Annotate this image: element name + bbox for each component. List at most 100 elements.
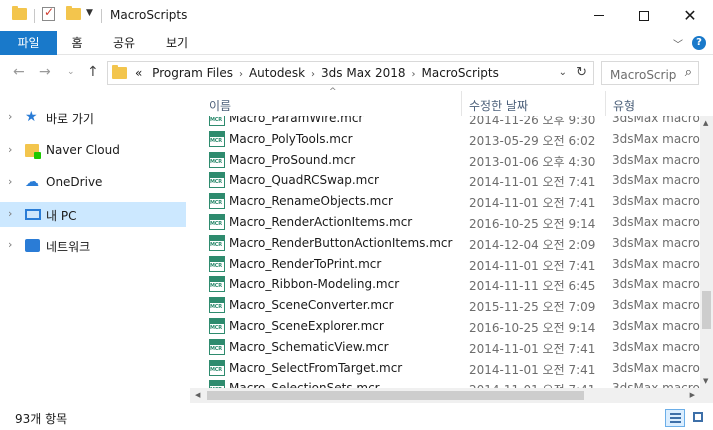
mcr-file-icon	[209, 255, 225, 272]
table-row[interactable]: Macro_RenderActionItems.mcr 2016-10-25 오전…	[190, 212, 700, 233]
file-date: 2014-11-01 오전 7:41	[469, 362, 596, 377]
chevron-right-icon[interactable]: ›	[239, 69, 243, 80]
mcr-file-icon	[209, 234, 225, 251]
network-icon	[25, 238, 40, 253]
table-row[interactable]: Macro_SchematicView.mcr 2014-11-01 오전 7:4…	[190, 337, 700, 358]
maximize-button[interactable]	[621, 0, 667, 31]
mcr-file-icon	[209, 213, 225, 230]
nav-item-naver-cloud[interactable]: › Naver Cloud	[0, 138, 186, 163]
file-type: 3dsMax macroscript	[612, 214, 700, 229]
chevron-right-icon[interactable]: ›	[8, 207, 12, 220]
mcr-file-icon	[209, 130, 225, 147]
table-row[interactable]: Macro_Ribbon-Modeling.mcr 2014-11-11 오전 6…	[190, 274, 700, 295]
file-type: 3dsMax macroscript	[612, 339, 700, 354]
table-row[interactable]: Macro_RenameObjects.mcr 2014-11-01 오전 7:4…	[190, 191, 700, 212]
chevron-right-icon[interactable]: ›	[311, 69, 315, 80]
table-row[interactable]: Macro_RenderToPrint.mcr 2014-11-01 오전 7:4…	[190, 254, 700, 275]
chevron-right-icon[interactable]: ›	[412, 69, 416, 80]
column-header-date[interactable]: 수정한 날짜	[469, 97, 528, 114]
address-row: ← → ⌄ ↑ « Program Files › Autodesk › 3ds Max…	[0, 55, 713, 91]
nav-item-network[interactable]: › 네트워크	[0, 233, 186, 258]
scroll-up-icon[interactable]: ▲	[703, 119, 708, 127]
customize-quick-access-icon[interactable]: ▼	[86, 8, 93, 18]
ribbon: 파일 홈 공유 보기 ﹀ ?	[0, 31, 713, 55]
file-name: Macro_PolyTools.mcr	[229, 131, 353, 146]
scroll-down-icon[interactable]: ▼	[703, 377, 708, 385]
forward-button[interactable]: →	[39, 64, 51, 80]
scroll-left-icon[interactable]: ◀	[195, 391, 200, 399]
nav-item-onedrive[interactable]: › ☁ OneDrive	[0, 170, 186, 195]
breadcrumb-item[interactable]: Program Files	[152, 66, 233, 80]
search-box[interactable]: MacroScripts 검색 ⌕	[601, 61, 699, 85]
breadcrumb-item[interactable]: 3ds Max 2018	[321, 66, 405, 80]
search-input[interactable]: MacroScripts 검색	[610, 66, 676, 83]
nav-item-quick-access[interactable]: › ★ 바로 가기	[0, 105, 186, 130]
mcr-file-icon	[209, 338, 225, 355]
table-row[interactable]: Macro_SceneExplorer.mcr 2016-10-25 오전 9:1…	[190, 316, 700, 337]
file-rows-inner: Macro_ParamWire.mcr 2014-11-26 오후 9:30 3ds…	[190, 116, 700, 388]
nav-item-label: Naver Cloud	[46, 143, 120, 157]
column-headers: ^ 이름 수정한 날짜 유형	[190, 87, 713, 116]
file-date: 2014-11-01 오전 7:41	[469, 258, 596, 273]
nav-item-label: 내 PC	[46, 209, 77, 223]
file-date: 2013-05-29 오전 6:02	[469, 133, 596, 148]
table-row[interactable]: Macro_PolyTools.mcr 2013-05-29 오전 6:02 3ds…	[190, 129, 700, 150]
mcr-file-icon	[209, 359, 225, 376]
large-icons-view-button[interactable]	[688, 409, 708, 427]
search-icon: ⌕	[684, 65, 692, 80]
tab-home[interactable]: 홈	[62, 31, 92, 55]
details-view-button[interactable]	[665, 409, 685, 427]
recent-locations-icon[interactable]: ⌄	[67, 67, 75, 77]
scrollbar-corner	[700, 388, 713, 403]
column-divider[interactable]	[605, 91, 606, 116]
chevron-right-icon[interactable]: ›	[8, 110, 12, 123]
help-icon[interactable]: ?	[692, 36, 706, 50]
close-button[interactable]: ✕	[667, 0, 713, 31]
file-type: 3dsMax macroscript	[612, 116, 700, 125]
tab-share[interactable]: 공유	[104, 31, 144, 55]
vertical-scrollbar[interactable]: ▲ ▼	[700, 116, 713, 388]
column-divider[interactable]	[461, 91, 462, 116]
file-type: 3dsMax macroscript	[612, 277, 700, 292]
table-row[interactable]: Macro_SelectFromTarget.mcr 2014-11-01 오전 …	[190, 358, 700, 379]
tab-view[interactable]: 보기	[157, 31, 197, 55]
address-dropdown-icon[interactable]: ⌄	[559, 67, 567, 78]
maximize-icon	[639, 10, 649, 21]
table-row[interactable]: Macro_SelectionSets.mcr 2014-11-01 오전 7:4…	[190, 378, 700, 388]
scroll-right-icon[interactable]: ▶	[690, 391, 695, 399]
file-list: ^ 이름 수정한 날짜 유형 Macro_ParamWire.mcr 2014-1…	[190, 87, 713, 406]
breadcrumb-item[interactable]: MacroScripts	[422, 66, 499, 80]
table-row[interactable]: Macro_ProSound.mcr 2013-01-06 오후 4:30 3dsM…	[190, 150, 700, 171]
folder-icon[interactable]	[12, 6, 27, 20]
table-row[interactable]: Macro_ParamWire.mcr 2014-11-26 오후 9:30 3ds…	[190, 116, 700, 129]
table-row[interactable]: Macro_QuadRCSwap.mcr 2014-11-01 오전 7:41 3d…	[190, 170, 700, 191]
up-button[interactable]: ↑	[87, 64, 99, 80]
breadcrumb-overflow[interactable]: «	[135, 66, 142, 80]
file-name: Macro_RenameObjects.mcr	[229, 194, 393, 209]
expand-ribbon-icon[interactable]: ﹀	[673, 36, 683, 51]
scrollbar-thumb[interactable]	[207, 391, 584, 400]
column-header-name[interactable]: 이름	[209, 97, 231, 114]
chevron-right-icon[interactable]: ›	[8, 143, 12, 156]
nav-item-this-pc[interactable]: › 내 PC	[0, 202, 186, 227]
column-header-type[interactable]: 유형	[613, 97, 635, 114]
table-row[interactable]: Macro_RenderButtonActionItems.mcr 2014-12…	[190, 233, 700, 254]
chevron-right-icon[interactable]: ›	[8, 175, 12, 188]
chevron-right-icon[interactable]: ›	[8, 238, 12, 251]
breadcrumb-item[interactable]: Autodesk	[249, 66, 305, 80]
refresh-icon[interactable]: ↻	[576, 65, 587, 80]
table-row[interactable]: Macro_SceneConverter.mcr 2015-11-25 오전 7:…	[190, 295, 700, 316]
back-button[interactable]: ←	[13, 64, 25, 80]
properties-icon[interactable]	[42, 5, 55, 22]
address-bar[interactable]: « Program Files › Autodesk › 3ds Max 2018 › Ma…	[107, 61, 594, 85]
window-title: MacroScripts	[110, 8, 188, 22]
pc-icon	[25, 207, 41, 222]
file-name: Macro_SceneConverter.mcr	[229, 298, 394, 313]
file-name: Macro_SelectFromTarget.mcr	[229, 360, 403, 375]
new-folder-icon[interactable]	[66, 6, 81, 20]
scrollbar-thumb[interactable]	[702, 291, 711, 329]
horizontal-scrollbar[interactable]: ◀ ▶	[190, 388, 700, 403]
minimize-button[interactable]	[576, 0, 622, 31]
onedrive-icon: ☁	[25, 174, 39, 190]
tab-file[interactable]: 파일	[0, 31, 57, 55]
